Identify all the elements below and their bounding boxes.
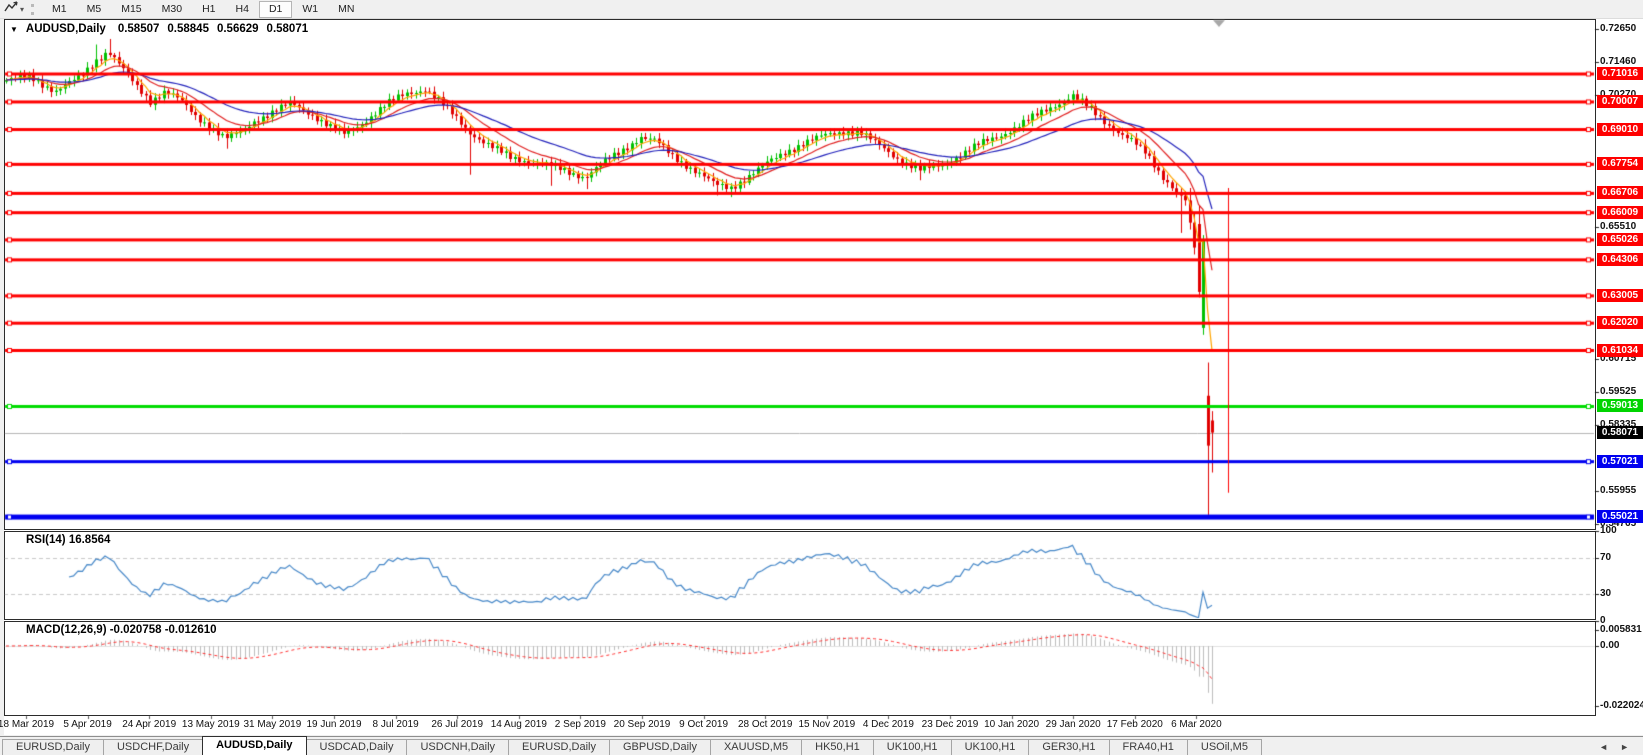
price-tag-red: 0.69010 (1597, 123, 1643, 136)
rsi-axis-label: 70 (1600, 552, 1611, 563)
chart-tab-1[interactable]: USDCHF,Daily (103, 739, 203, 755)
timeframe-toolbar: ▾ M1M5M15M30H1H4D1W1MN (0, 0, 1643, 19)
chart-tab-9[interactable]: UK100,H1 (873, 739, 952, 755)
tab-scroll-right-icon[interactable]: ► (1620, 742, 1629, 752)
price-tag-red: 0.63005 (1597, 289, 1643, 302)
date-label: 9 Oct 2019 (679, 719, 728, 730)
date-label: 29 Jan 2020 (1046, 719, 1101, 730)
rsi-label: RSI(14) 16.8564 (26, 534, 110, 546)
price-tag-red: 0.70007 (1597, 95, 1643, 108)
timeframe-button-h4[interactable]: H4 (226, 1, 259, 18)
chart-tab-13[interactable]: USOil,M5 (1187, 739, 1262, 755)
date-label: 8 Jul 2019 (373, 719, 419, 730)
open-value: 0.58507 (118, 23, 160, 35)
rsi-axis-label: 30 (1600, 588, 1611, 599)
date-label: 23 Dec 2019 (922, 719, 979, 730)
date-label: 20 Sep 2019 (614, 719, 671, 730)
chart-tabs: EURUSD,DailyUSDCHF,DailyAUDUSD,DailyUSDC… (2, 736, 1261, 755)
chart-tab-11[interactable]: GER30,H1 (1028, 739, 1109, 755)
chart-tool-cluster[interactable]: ▾ (0, 0, 24, 18)
chart-cursor-icon[interactable] (4, 0, 18, 18)
chart-tab-8[interactable]: HK50,H1 (801, 739, 874, 755)
chart-tab-12[interactable]: FRA40,H1 (1109, 739, 1188, 755)
price-axis-label: 0.72650 (1600, 23, 1636, 34)
date-label: 18 Mar 2019 (0, 719, 54, 730)
date-label: 13 May 2019 (182, 719, 240, 730)
date-label: 28 Oct 2019 (738, 719, 792, 730)
current-price-tag: 0.58071 (1597, 426, 1643, 439)
price-axis-label: 0.55955 (1600, 485, 1636, 496)
price-axis-label: 0.71460 (1600, 56, 1636, 67)
date-label: 4 Dec 2019 (863, 719, 914, 730)
date-label: 10 Jan 2020 (984, 719, 1039, 730)
chart-tab-bar: EURUSD,DailyUSDCHF,DailyAUDUSD,DailyUSDC… (0, 736, 1643, 755)
low-value: 0.56629 (217, 23, 259, 35)
price-tag-red: 0.67754 (1597, 157, 1643, 170)
high-value: 0.58845 (167, 23, 209, 35)
date-label: 19 Jun 2019 (306, 719, 361, 730)
timeframe-button-d1[interactable]: D1 (259, 1, 292, 18)
price-tag-red: 0.61034 (1597, 344, 1643, 357)
symbol-label: AUDUSD,Daily (26, 23, 106, 35)
chart-title: ▼ AUDUSD,Daily 0.58507 0.58845 0.56629 0… (10, 23, 308, 35)
price-tag-blue: 0.55021 (1597, 510, 1643, 523)
close-value: 0.58071 (267, 23, 309, 35)
macd-axis-label: -0.022024 (1600, 700, 1643, 711)
price-tag-red: 0.64306 (1597, 253, 1643, 266)
timeframe-button-w1[interactable]: W1 (292, 1, 328, 18)
date-label: 5 Apr 2019 (63, 719, 111, 730)
date-label: 26 Jul 2019 (431, 719, 483, 730)
chart-tab-10[interactable]: UK100,H1 (951, 739, 1030, 755)
price-axis-label: 0.65510 (1600, 221, 1636, 232)
timeframe-button-mn[interactable]: MN (328, 1, 364, 18)
chart-tab-0[interactable]: EURUSD,Daily (2, 739, 104, 755)
tab-scroll-left-icon[interactable]: ◄ (1599, 742, 1608, 752)
date-label: 31 May 2019 (243, 719, 301, 730)
timeframe-button-m1[interactable]: M1 (42, 1, 77, 18)
rsi-axis-label: 100 (1600, 525, 1617, 536)
chart-tab-7[interactable]: XAUUSD,M5 (710, 739, 802, 755)
price-tag-green: 0.59013 (1597, 399, 1643, 412)
price-tag-red: 0.66009 (1597, 206, 1643, 219)
chart-tab-2[interactable]: AUDUSD,Daily (202, 736, 306, 755)
date-label: 17 Feb 2020 (1107, 719, 1163, 730)
trading-terminal-window: ▾ M1M5M15M30H1H4D1W1MN ▼ AUDUSD,Daily 0.… (0, 0, 1643, 755)
toolbar-grip (31, 4, 34, 15)
timeframe-bar: M1M5M15M30H1H4D1W1MN (42, 1, 364, 18)
macd-axis-label: 0.00 (1600, 640, 1619, 651)
timeframe-button-h1[interactable]: H1 (192, 1, 225, 18)
macd-label: MACD(12,26,9) -0.020758 -0.012610 (26, 624, 217, 636)
date-label: 6 Mar 2020 (1171, 719, 1222, 730)
chart-tool-dropdown-icon[interactable]: ▾ (20, 5, 24, 14)
timeframe-button-m15[interactable]: M15 (111, 1, 151, 18)
date-label: 14 Aug 2019 (491, 719, 547, 730)
chart-tab-3[interactable]: USDCAD,Daily (306, 739, 408, 755)
price-tag-red: 0.62020 (1597, 316, 1643, 329)
chart-tab-6[interactable]: GBPUSD,Daily (609, 739, 711, 755)
price-axis-label: 0.59525 (1600, 386, 1636, 397)
price-tag-blue: 0.57021 (1597, 455, 1643, 468)
price-tag-red: 0.71016 (1597, 67, 1643, 80)
date-label: 15 Nov 2019 (798, 719, 855, 730)
date-label: 24 Apr 2019 (122, 719, 176, 730)
chart-tab-5[interactable]: EURUSD,Daily (508, 739, 610, 755)
timeframe-button-m5[interactable]: M5 (77, 1, 112, 18)
price-tag-red: 0.66706 (1597, 186, 1643, 199)
price-tag-red: 0.65026 (1597, 233, 1643, 246)
date-label: 2 Sep 2019 (555, 719, 606, 730)
chart-canvas[interactable] (0, 0, 1643, 755)
macd-axis-label: 0.005831 (1600, 624, 1642, 635)
timeframe-button-m30[interactable]: M30 (152, 1, 192, 18)
chart-tab-4[interactable]: USDCNH,Daily (406, 739, 509, 755)
symbol-dropdown-icon[interactable]: ▼ (10, 25, 18, 34)
tab-scroll-arrows: ◄ ► (1599, 742, 1643, 755)
